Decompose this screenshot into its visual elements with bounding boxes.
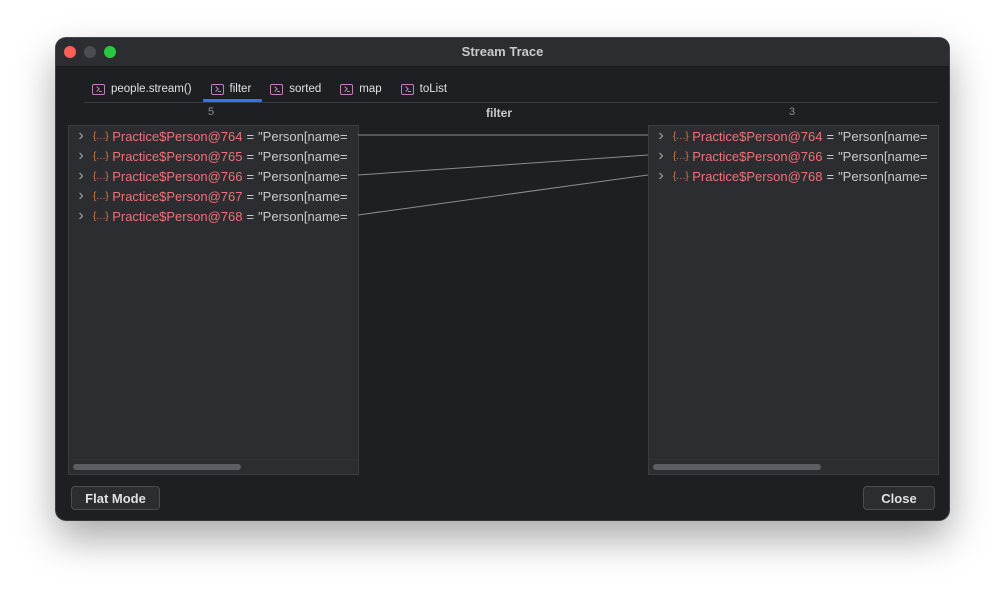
- chevron-right-icon[interactable]: ›: [653, 147, 669, 165]
- object-name: Practice$Person@768: [692, 168, 823, 184]
- output-values-list: › {…} Practice$Person@764 = "Person[name= › {……: [649, 126, 938, 186]
- object-value: "Person[name=: [258, 168, 348, 184]
- object-icon: {…}: [93, 150, 109, 162]
- scrollbar-thumb[interactable]: [653, 464, 821, 470]
- equals-sign: =: [246, 148, 255, 164]
- equals-sign: =: [246, 188, 255, 204]
- object-value: "Person[name=: [838, 128, 928, 144]
- flat-mode-button[interactable]: Flat Mode: [71, 486, 160, 510]
- chevron-right-icon[interactable]: ›: [73, 167, 89, 185]
- object-icon: {…}: [93, 210, 109, 222]
- mapping-line: [357, 154, 649, 176]
- input-values-list: › {…} Practice$Person@764 = "Person[name= › {……: [69, 126, 358, 226]
- tab-sorted[interactable]: sorted: [262, 76, 332, 102]
- object-icon: {…}: [93, 190, 109, 202]
- scrollbar-thumb[interactable]: [73, 464, 241, 470]
- equals-sign: =: [826, 168, 835, 184]
- tab-label: filter: [229, 83, 252, 95]
- object-value: "Person[name=: [258, 128, 348, 144]
- object-value: "Person[name=: [258, 208, 348, 224]
- value-row[interactable]: › {…} Practice$Person@767 = "Person[name=: [69, 186, 358, 206]
- console-icon: [400, 83, 414, 95]
- tab-label: map: [359, 83, 382, 95]
- value-row[interactable]: › {…} Practice$Person@766 = "Person[name=: [649, 146, 938, 166]
- object-value: "Person[name=: [258, 188, 348, 204]
- object-value: "Person[name=: [838, 148, 928, 164]
- horizontal-scrollbar[interactable]: [69, 459, 358, 474]
- window-title: Stream Trace: [461, 44, 544, 59]
- value-row[interactable]: › {…} Practice$Person@764 = "Person[name=: [649, 126, 938, 146]
- object-value: "Person[name=: [258, 148, 348, 164]
- stage-tabs: people.stream() filter sorted map toList: [84, 76, 458, 102]
- object-icon: {…}: [93, 170, 109, 182]
- stage-label: filter: [486, 106, 513, 120]
- tabs-divider: [84, 102, 937, 103]
- console-icon: [92, 83, 105, 95]
- equals-sign: =: [246, 168, 255, 184]
- tab-map[interactable]: map: [332, 76, 392, 102]
- tab-label: people.stream(): [111, 83, 192, 95]
- chevron-right-icon[interactable]: ›: [653, 127, 669, 145]
- tab-label: toList: [419, 83, 448, 95]
- close-button[interactable]: Close: [863, 486, 935, 510]
- chevron-right-icon[interactable]: ›: [73, 187, 89, 205]
- input-values-panel[interactable]: › {…} Practice$Person@764 = "Person[name= › {……: [68, 125, 359, 475]
- object-value: "Person[name=: [838, 168, 928, 184]
- console-icon: [210, 83, 224, 95]
- chevron-right-icon[interactable]: ›: [73, 147, 89, 165]
- console-icon: [340, 83, 354, 95]
- equals-sign: =: [246, 208, 255, 224]
- object-name: Practice$Person@765: [112, 148, 243, 164]
- tab-label: sorted: [289, 83, 322, 95]
- title-bar: Stream Trace: [56, 38, 949, 67]
- value-row[interactable]: › {…} Practice$Person@766 = "Person[name=: [69, 166, 358, 186]
- equals-sign: =: [246, 128, 255, 144]
- right-count: 3: [789, 106, 796, 118]
- chevron-right-icon[interactable]: ›: [73, 207, 89, 225]
- equals-sign: =: [826, 148, 835, 164]
- equals-sign: =: [826, 128, 835, 144]
- console-icon: [270, 83, 284, 95]
- object-icon: {…}: [93, 130, 109, 142]
- value-row[interactable]: › {…} Practice$Person@768 = "Person[name=: [649, 166, 938, 186]
- chevron-right-icon[interactable]: ›: [73, 127, 89, 145]
- value-row[interactable]: › {…} Practice$Person@765 = "Person[name=: [69, 146, 358, 166]
- object-icon: {…}: [673, 150, 689, 162]
- left-count: 5: [208, 106, 215, 118]
- object-name: Practice$Person@764: [692, 128, 823, 144]
- tab-filter[interactable]: filter: [202, 76, 263, 102]
- object-name: Practice$Person@768: [112, 208, 243, 224]
- chevron-right-icon[interactable]: ›: [653, 167, 669, 185]
- value-row[interactable]: › {…} Practice$Person@768 = "Person[name=: [69, 206, 358, 226]
- tab-people-stream[interactable]: people.stream(): [84, 76, 203, 102]
- object-name: Practice$Person@767: [112, 188, 243, 204]
- object-name: Practice$Person@766: [112, 168, 243, 184]
- value-row[interactable]: › {…} Practice$Person@764 = "Person[name=: [69, 126, 358, 146]
- tab-tolist[interactable]: toList: [393, 76, 459, 102]
- object-name: Practice$Person@764: [112, 128, 243, 144]
- stream-trace-window: Stream Trace people.stream() filter sorted…: [56, 38, 949, 520]
- object-name: Practice$Person@766: [692, 148, 823, 164]
- object-icon: {…}: [673, 130, 689, 142]
- output-values-panel[interactable]: › {…} Practice$Person@764 = "Person[name= › {……: [648, 125, 939, 475]
- mapping-line: [357, 174, 649, 216]
- object-icon: {…}: [673, 170, 689, 182]
- horizontal-scrollbar[interactable]: [649, 459, 938, 474]
